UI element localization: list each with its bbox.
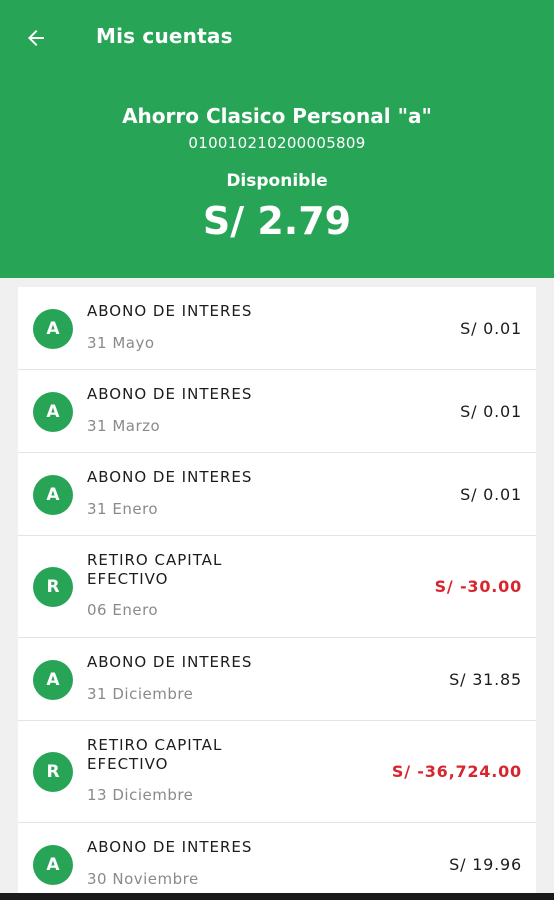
- transaction-date: 30 Noviembre: [87, 870, 199, 888]
- transaction-description: RETIRO CAPITAL EFECTIVO: [87, 736, 223, 773]
- transaction-row[interactable]: A ABONO DE INTERES 30 Noviembre S/ 19.96: [18, 823, 536, 900]
- transaction-initial-avatar: A: [33, 391, 73, 432]
- transaction-date: 13 Diciembre: [87, 786, 194, 804]
- available-label: Disponible: [226, 171, 328, 191]
- transaction-description: ABONO DE INTERES: [87, 838, 253, 856]
- transaction-initial-avatar: R: [33, 567, 73, 607]
- transaction-amount: S/ 0.01: [460, 318, 522, 338]
- transaction-row[interactable]: A ABONO DE INTERES 31 Diciembre S/ 31.85: [18, 638, 536, 721]
- transaction-description: RETIRO CAPITAL EFECTIVO: [87, 551, 223, 588]
- transaction-description: ABONO DE INTERES: [87, 468, 253, 486]
- transaction-amount: S/ 0.01: [460, 401, 522, 421]
- transaction-row[interactable]: A ABONO DE INTERES 31 Enero S/ 0.01: [18, 453, 536, 536]
- back-button[interactable]: [18, 20, 54, 56]
- account-header: Mis cuentas Ahorro Clasico Personal "a" …: [0, 0, 554, 278]
- transaction-initial-avatar: R: [33, 752, 73, 792]
- transaction-row[interactable]: A ABONO DE INTERES 31 Mayo S/ 0.01: [18, 287, 536, 370]
- transaction-row[interactable]: R RETIRO CAPITAL EFECTIVO 06 Enero S/ -30.0…: [18, 536, 536, 638]
- transaction-description: ABONO DE INTERES: [87, 653, 253, 671]
- transaction-amount: S/ -30.00: [434, 577, 522, 596]
- transaction-date: 31 Diciembre: [87, 685, 194, 703]
- account-number: 010010210200005809: [188, 134, 366, 152]
- transaction-initial-avatar: A: [33, 844, 73, 885]
- page-title: Mis cuentas: [96, 24, 233, 48]
- transaction-description: ABONO DE INTERES: [87, 385, 253, 403]
- system-nav-bar: [0, 893, 554, 900]
- transaction-description: ABONO DE INTERES: [87, 302, 253, 320]
- transaction-initial-avatar: A: [33, 308, 73, 349]
- transaction-amount: S/ -36,724.00: [391, 762, 522, 781]
- available-balance: S/ 2.79: [202, 199, 352, 243]
- transaction-date: 31 Mayo: [87, 334, 155, 352]
- transaction-row[interactable]: A ABONO DE INTERES 31 Marzo S/ 0.01: [18, 370, 536, 453]
- transaction-initial-avatar: A: [33, 659, 73, 700]
- transaction-amount: S/ 31.85: [449, 669, 522, 689]
- transaction-date: 31 Enero: [87, 500, 159, 518]
- transaction-amount: S/ 19.96: [449, 854, 522, 874]
- account-name: Ahorro Clasico Personal "a": [122, 104, 432, 128]
- transaction-date: 06 Enero: [87, 601, 159, 619]
- arrow-left-icon: [28, 30, 44, 46]
- transaction-row[interactable]: R RETIRO CAPITAL EFECTIVO 13 Diciembre S/ -…: [18, 721, 536, 823]
- transaction-date: 31 Marzo: [87, 417, 161, 435]
- transaction-initial-avatar: A: [33, 474, 73, 515]
- transaction-amount: S/ 0.01: [460, 484, 522, 504]
- transaction-list[interactable]: A ABONO DE INTERES 31 Mayo S/ 0.01 A ABONO DE…: [18, 287, 536, 900]
